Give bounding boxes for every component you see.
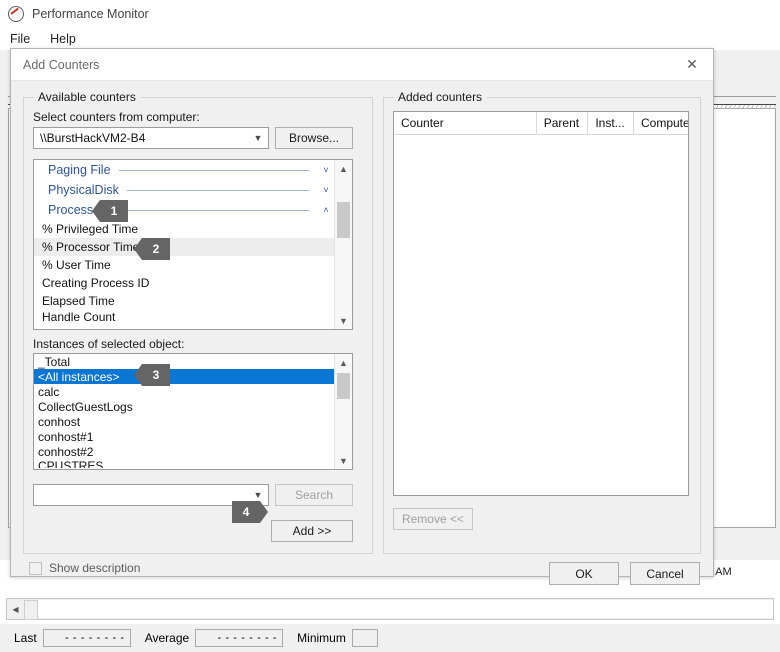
available-counters-legend: Available counters (33, 90, 141, 104)
counter-category-row[interactable]: PhysicalDisk ˅ (34, 180, 335, 200)
instances-label: Instances of selected object: (33, 337, 184, 351)
add-counters-dialog: Add Counters ✕ Available counters Select… (10, 48, 714, 577)
scroll-up-icon[interactable]: ▲ (335, 160, 352, 177)
scroll-up-icon[interactable]: ▲ (335, 354, 352, 371)
category-label: PhysicalDisk (48, 183, 119, 197)
select-computer-label: Select counters from computer: (33, 110, 200, 124)
scroll-down-icon[interactable]: ▼ (335, 312, 352, 329)
category-rule (101, 210, 309, 211)
callout-number: 2 (153, 242, 160, 256)
category-label: Process (48, 203, 93, 217)
stat-label-minimum: Minimum (297, 631, 346, 645)
close-icon[interactable]: ✕ (671, 49, 713, 80)
added-counters-legend: Added counters (393, 90, 487, 104)
callout-badge-3: 3 (142, 364, 170, 386)
column-header-computer[interactable]: Computer (634, 112, 688, 134)
app-titlebar: Performance Monitor (0, 0, 780, 28)
dialog-body: Available counters Select counters from … (11, 80, 713, 576)
graph-horizontal-scrollbar[interactable]: ◀ (6, 598, 774, 620)
screen: Performance Monitor File Help 2:23:12 AM… (0, 0, 780, 652)
instance-item[interactable]: conhost (34, 414, 335, 429)
show-description-label: Show description (49, 561, 140, 575)
show-description-checkbox[interactable]: Show description (29, 561, 140, 575)
counter-item[interactable]: % User Time (34, 256, 335, 274)
add-button[interactable]: Add >> (271, 520, 353, 542)
column-header-instance[interactable]: Inst... (588, 112, 634, 134)
callout-badge-2: 2 (142, 238, 170, 260)
instance-item[interactable]: conhost#2 (34, 444, 335, 459)
counters-list-scrollbar[interactable]: ▲ ▼ (334, 160, 352, 329)
instances-list[interactable]: _Total <All instances> calc CollectGuest… (33, 353, 353, 470)
scrollbar-thumb[interactable] (24, 600, 38, 620)
remove-button[interactable]: Remove << (393, 508, 473, 530)
callout-badge-4: 4 (232, 501, 260, 523)
chevron-down-icon[interactable]: ▼ (248, 128, 268, 148)
column-header-counter[interactable]: Counter (394, 112, 537, 134)
stat-label-last: Last (14, 631, 37, 645)
column-header-parent[interactable]: Parent (537, 112, 589, 134)
counter-category-row-process[interactable]: Process ˄ (34, 200, 335, 220)
browse-button[interactable]: Browse... (275, 127, 353, 149)
scrollbar-thumb[interactable] (337, 373, 350, 399)
ok-button[interactable]: OK (549, 562, 619, 585)
chevron-up-icon[interactable]: ˄ (317, 205, 335, 215)
counter-item[interactable]: Elapsed Time (34, 292, 335, 310)
cancel-button[interactable]: Cancel (630, 562, 700, 585)
callout-number: 3 (153, 368, 160, 382)
instance-item[interactable]: _Total (34, 354, 335, 369)
menu-item-help[interactable]: Help (40, 32, 86, 46)
instance-item[interactable]: calc (34, 384, 335, 399)
chevron-down-icon[interactable]: ˅ (317, 185, 335, 195)
instance-item[interactable]: CollectGuestLogs (34, 399, 335, 414)
added-counters-table[interactable]: Counter Parent Inst... Computer (393, 111, 689, 496)
chevron-down-icon[interactable]: ˅ (317, 165, 335, 175)
callout-arrow-left-icon (134, 364, 142, 386)
statistics-bar: Last - - - - - - - - Average - - - - - -… (0, 624, 780, 652)
checkbox-box[interactable] (29, 562, 42, 575)
scrollbar-track[interactable] (24, 600, 773, 618)
callout-badge-1: 1 (100, 200, 128, 222)
counter-item[interactable]: Creating Process ID (34, 274, 335, 292)
scroll-down-icon[interactable]: ▼ (335, 452, 352, 469)
menu-item-file[interactable]: File (0, 32, 40, 46)
callout-arrow-right-icon (260, 501, 268, 523)
stat-value-minimum (352, 629, 378, 647)
counter-item-processor-time[interactable]: % Processor Time (34, 238, 335, 256)
stat-label-average: Average (145, 631, 189, 645)
callout-number: 4 (243, 505, 250, 519)
category-label: Paging File (48, 163, 111, 177)
available-counters-list[interactable]: Paging File ˅ PhysicalDisk ˅ Process ˄ (33, 159, 353, 330)
instances-list-scrollbar[interactable]: ▲ ▼ (334, 354, 352, 469)
search-button[interactable]: Search (275, 484, 353, 506)
category-rule (127, 190, 309, 191)
instances-rows: _Total <All instances> calc CollectGuest… (34, 354, 335, 469)
dialog-title: Add Counters (23, 58, 99, 72)
counters-tree-rows: Paging File ˅ PhysicalDisk ˅ Process ˄ (34, 160, 335, 329)
callout-arrow-left-icon (134, 238, 142, 260)
computer-combobox-value: \\BurstHackVM2-B4 (34, 131, 248, 145)
category-rule (119, 170, 309, 171)
table-header-row: Counter Parent Inst... Computer (394, 112, 688, 135)
app-title: Performance Monitor (32, 7, 149, 21)
counter-category-row[interactable]: Paging File ˅ (34, 160, 335, 180)
scrollbar-thumb[interactable] (337, 202, 350, 238)
counter-item[interactable]: % Privileged Time (34, 220, 335, 238)
scroll-left-icon[interactable]: ◀ (7, 600, 24, 618)
performance-gauge-icon (8, 6, 24, 22)
computer-combobox[interactable]: \\BurstHackVM2-B4 ▼ (33, 127, 269, 149)
callout-number: 1 (111, 204, 118, 218)
stat-value-last: - - - - - - - - (43, 629, 131, 647)
stat-value-average: - - - - - - - - (195, 629, 283, 647)
instance-item[interactable]: CPUSTRES (34, 459, 335, 468)
instance-item[interactable]: conhost#1 (34, 429, 335, 444)
counter-item[interactable]: Handle Count (34, 310, 335, 321)
callout-arrow-left-icon (92, 200, 100, 222)
instance-item-all-instances[interactable]: <All instances> (34, 369, 335, 384)
dialog-titlebar: Add Counters ✕ (11, 49, 713, 81)
